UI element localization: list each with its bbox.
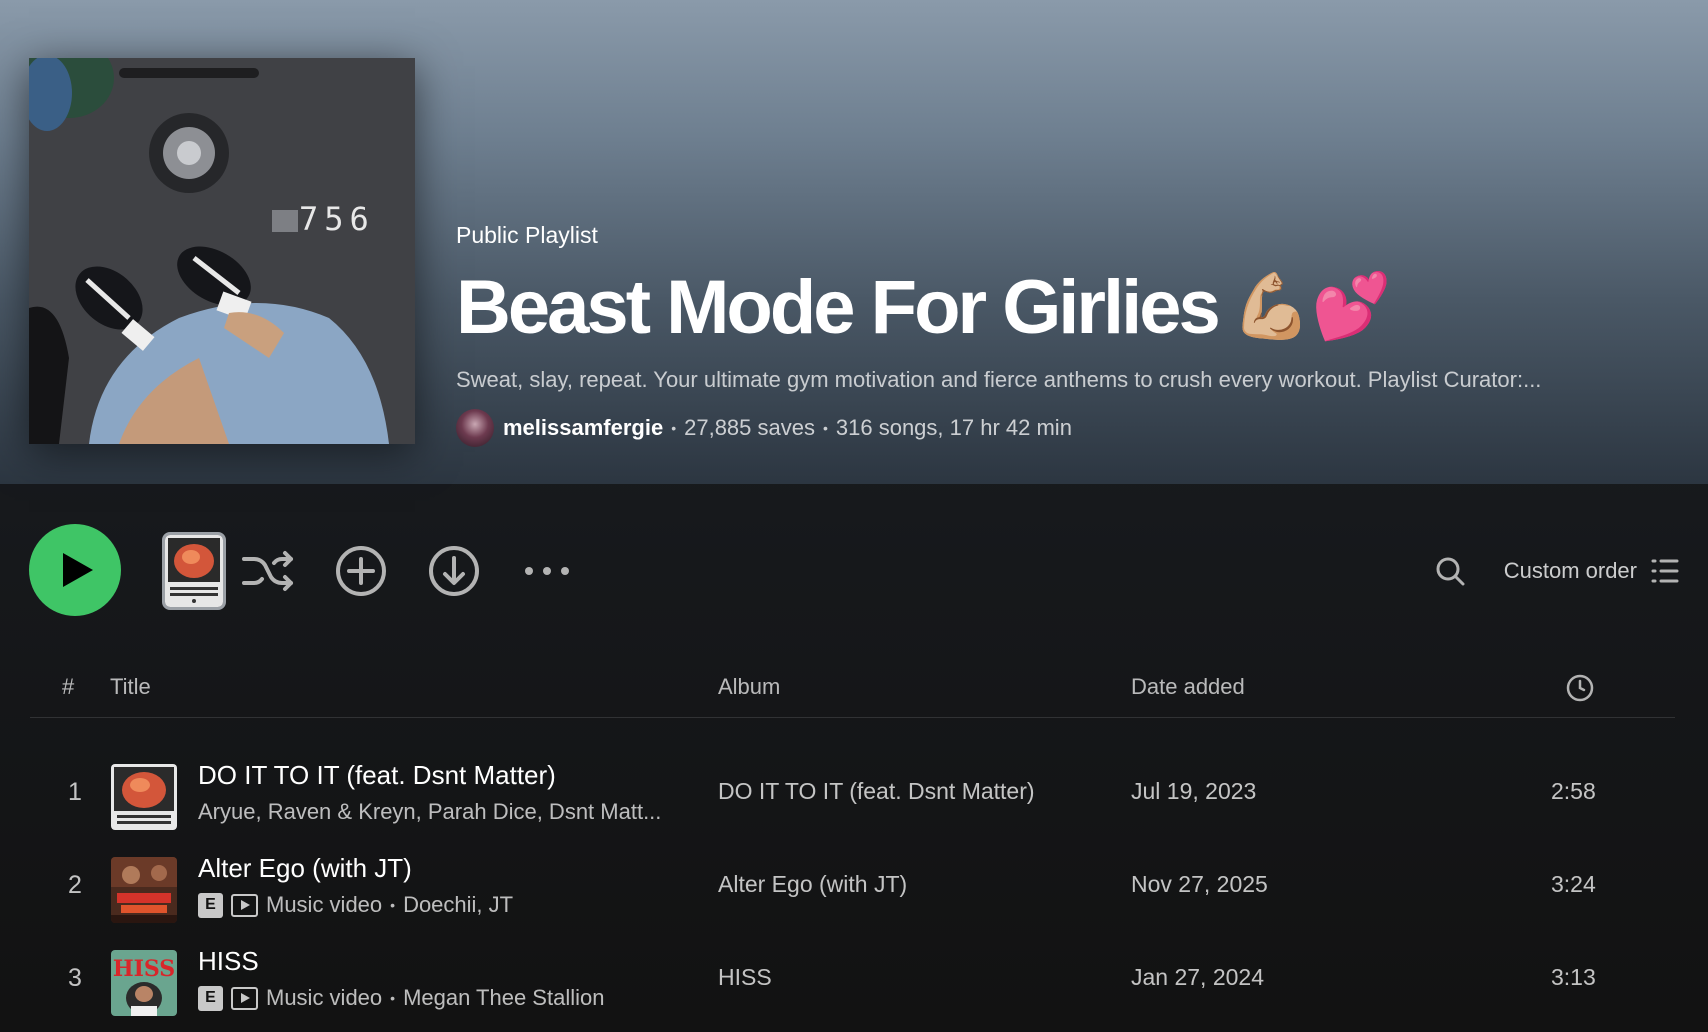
track-title[interactable]: Alter Ego (with JT) [198,853,412,884]
svg-text:HISS: HISS [113,956,175,982]
track-row[interactable]: 1 DO IT TO IT (feat. Dsnt Matter) Aryue,… [30,750,1675,843]
track-row[interactable]: 2 Alter Ego (with JT) E Music video • Do… [30,843,1675,936]
separator-dot: • [390,897,396,913]
track-list: 1 DO IT TO IT (feat. Dsnt Matter) Aryue,… [30,750,1675,1029]
track-date-added: Jul 19, 2023 [1131,778,1257,804]
column-header-number: # [62,674,75,699]
music-video-label: Music video [266,985,383,1010]
column-header-duration[interactable] [1566,674,1594,708]
play-icon [63,553,93,587]
more-horizontal-icon [525,567,569,575]
playlist-header: 756 Public Playlist Beast Mode For Girli… [0,0,1708,484]
track-number: 2 [68,871,82,899]
column-header-title[interactable]: Title [110,674,151,700]
track-artists[interactable]: Aryue, Raven & Kreyn, Parah Dice, Dsnt M… [198,799,661,825]
playlist-title: Beast Mode For Girlies [456,264,1221,350]
track-row[interactable]: 3 HISS HISS E Music video • Megan Thee S… [30,936,1675,1029]
track-cover-art: HISS [111,950,177,1016]
play-button[interactable] [29,524,121,616]
playlist-page: 756 Public Playlist Beast Mode For Girli… [0,0,1708,1032]
explicit-badge: E [198,985,223,1011]
track-number: 3 [68,964,82,992]
owner-avatar[interactable] [456,409,494,447]
download-icon [429,546,479,596]
track-artists[interactable]: Doechii, JT [403,892,513,918]
plus-circle-icon [336,546,386,596]
separator-dot: • [671,420,677,436]
column-header-album[interactable]: Album [718,674,780,700]
more-options-button[interactable] [520,544,574,598]
list-tools: Custom order [1430,544,1679,598]
separator-dot: • [390,990,396,1006]
shuffle-button[interactable] [241,544,295,598]
music-video-label: Music video [266,892,383,917]
owner-link[interactable]: melissamfergie [503,415,663,441]
track-subtitle: Aryue, Raven & Kreyn, Parah Dice, Dsnt M… [198,799,661,825]
track-table-header: # Title Album Date added [30,662,1675,718]
download-button[interactable] [427,544,481,598]
track-album[interactable]: DO IT TO IT (feat. Dsnt Matter) [718,778,1035,805]
music-video-icon [231,893,258,917]
clock-icon [1566,674,1594,702]
playlist-meta: Public Playlist Beast Mode For Girlies 💪… [456,222,1676,447]
track-title[interactable]: DO IT TO IT (feat. Dsnt Matter) [198,760,556,791]
sort-order-button[interactable]: Custom order [1504,558,1637,584]
shuffle-icon [242,551,293,591]
track-title[interactable]: HISS [198,946,259,977]
track-number: 1 [68,778,82,806]
track-preview-thumbnail[interactable] [162,532,226,610]
track-duration: 2:58 [1551,778,1596,804]
saves-count: 27,885 saves [684,415,815,440]
action-bar: Custom order [29,524,1679,616]
track-date-added: Nov 27, 2025 [1131,871,1268,897]
column-header-date-added[interactable]: Date added [1131,674,1245,700]
track-album[interactable]: HISS [718,964,772,991]
track-cover-art [111,764,177,830]
flexed-biceps-emoji: 💪🏼 [1231,270,1312,344]
separator-dot: • [822,420,828,436]
search-in-playlist-button[interactable] [1430,551,1470,591]
search-icon [1436,557,1465,586]
track-subtitle: E Music video • Megan Thee Stallion [198,985,604,1011]
svg-text:756: 756 [299,200,375,238]
playlist-cover-image[interactable]: 756 [29,58,415,444]
playlist-byline: melissamfergie • 27,885 saves • 316 song… [456,409,1676,447]
track-duration: 3:24 [1551,871,1596,897]
list-view-icon[interactable] [1651,558,1679,584]
track-date-added: Jan 27, 2024 [1131,964,1265,990]
explicit-badge: E [198,892,223,918]
track-artists[interactable]: Megan Thee Stallion [403,985,604,1011]
playlist-type-label: Public Playlist [456,222,598,248]
track-subtitle: E Music video • Doechii, JT [198,892,513,918]
track-cover-art [111,857,177,923]
track-table: # Title Album Date added 1 DO IT TO IT (… [30,662,1675,1029]
two-hearts-emoji: 💕 [1311,270,1392,344]
playlist-description: Sweat, slay, repeat. Your ultimate gym m… [456,367,1542,392]
music-video-icon [231,986,258,1010]
cover-counter-digits: 756 [299,200,375,238]
playlist-summary: 316 songs, 17 hr 42 min [835,415,1072,440]
track-duration: 3:13 [1551,964,1596,990]
playlist-title-emoji: 💪🏼💕 [1232,275,1391,339]
track-album[interactable]: Alter Ego (with JT) [718,871,907,898]
playlist-title-row: Beast Mode For Girlies 💪🏼💕 [456,263,1676,351]
add-to-library-button[interactable] [334,544,388,598]
